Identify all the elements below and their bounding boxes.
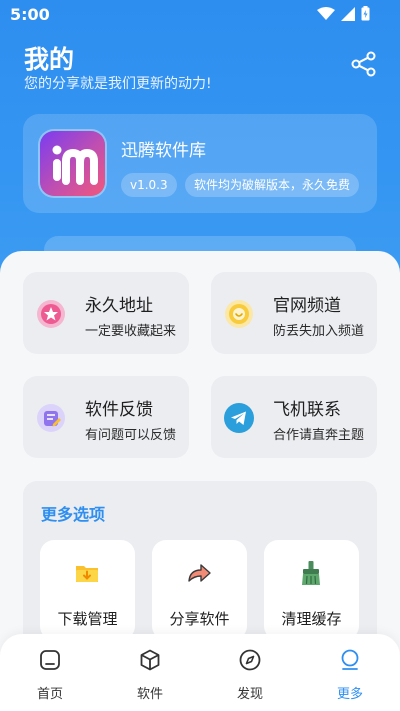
nav-label: 软件 bbox=[136, 687, 163, 702]
mini-card-label: 清理缓存 bbox=[281, 610, 342, 628]
app-logo-icon bbox=[40, 131, 105, 196]
compass-icon bbox=[239, 649, 261, 671]
nav-label: 发现 bbox=[236, 687, 263, 702]
clear-cache-button[interactable]: 清理缓存 bbox=[264, 540, 359, 640]
signal-icon bbox=[341, 6, 355, 21]
smile-coin-icon bbox=[225, 300, 253, 328]
mini-card-label: 下载管理 bbox=[57, 610, 118, 628]
nav-label: 首页 bbox=[36, 687, 63, 702]
nav-item-home[interactable]: 首页 bbox=[0, 634, 100, 711]
page-title: 我的 bbox=[24, 45, 75, 74]
wifi-icon bbox=[317, 6, 335, 20]
tile-title: 官网频道 bbox=[273, 296, 341, 316]
download-folder-icon bbox=[76, 566, 98, 582]
box-icon bbox=[140, 649, 160, 671]
tile-telegram-contact[interactable]: 飞机联系 合作请直奔主题 bbox=[211, 376, 377, 458]
status-time: 5:00 bbox=[10, 5, 50, 24]
share-software-button[interactable]: 分享软件 bbox=[152, 540, 247, 640]
app-info-card: 迅腾软件库 v1.0.3 软件均为破解版本，永久免费 bbox=[23, 114, 377, 213]
share-button[interactable] bbox=[350, 50, 378, 78]
more-icon bbox=[341, 649, 359, 670]
tile-official-channel[interactable]: 官网频道 防丢失加入频道 bbox=[211, 272, 377, 354]
home-icon bbox=[40, 650, 60, 670]
bottom-navigation: 首页 软件 发现 更多 bbox=[0, 634, 400, 711]
battery-icon bbox=[361, 6, 370, 21]
nav-item-more[interactable]: 更多 bbox=[300, 634, 400, 711]
description-badge: 软件均为破解版本，永久免费 bbox=[185, 173, 360, 197]
star-badge-icon bbox=[37, 300, 65, 328]
nav-item-discover[interactable]: 发现 bbox=[200, 634, 300, 711]
nav-item-software[interactable]: 软件 bbox=[100, 634, 200, 711]
tile-subtitle: 防丢失加入频道 bbox=[273, 324, 365, 339]
tile-title: 飞机联系 bbox=[273, 400, 341, 420]
download-manager-button[interactable]: 下载管理 bbox=[40, 540, 135, 640]
nav-label: 更多 bbox=[336, 687, 363, 702]
tile-subtitle: 有问题可以反馈 bbox=[85, 428, 177, 443]
tile-subtitle: 一定要收藏起来 bbox=[85, 324, 177, 339]
version-badge: v1.0.3 bbox=[121, 173, 177, 197]
feedback-icon bbox=[37, 404, 65, 432]
share-icon bbox=[351, 51, 376, 77]
tile-permanent-address[interactable]: 永久地址 一定要收藏起来 bbox=[23, 272, 189, 354]
tile-title: 永久地址 bbox=[85, 296, 153, 316]
broom-icon bbox=[302, 561, 320, 585]
status-icons bbox=[317, 6, 370, 21]
more-options-title: 更多选项 bbox=[41, 505, 106, 524]
telegram-icon bbox=[224, 403, 254, 433]
status-bar: 5:00 bbox=[0, 0, 400, 28]
mini-card-label: 分享软件 bbox=[169, 610, 230, 628]
page-subtitle: 您的分享就是我们更新的动力! bbox=[24, 76, 212, 92]
tile-feedback[interactable]: 软件反馈 有问题可以反馈 bbox=[23, 376, 189, 458]
tile-title: 软件反馈 bbox=[85, 400, 153, 420]
share-arrow-icon bbox=[188, 564, 211, 582]
tile-subtitle: 合作请直奔主题 bbox=[273, 428, 365, 443]
app-name: 迅腾软件库 bbox=[121, 141, 206, 161]
